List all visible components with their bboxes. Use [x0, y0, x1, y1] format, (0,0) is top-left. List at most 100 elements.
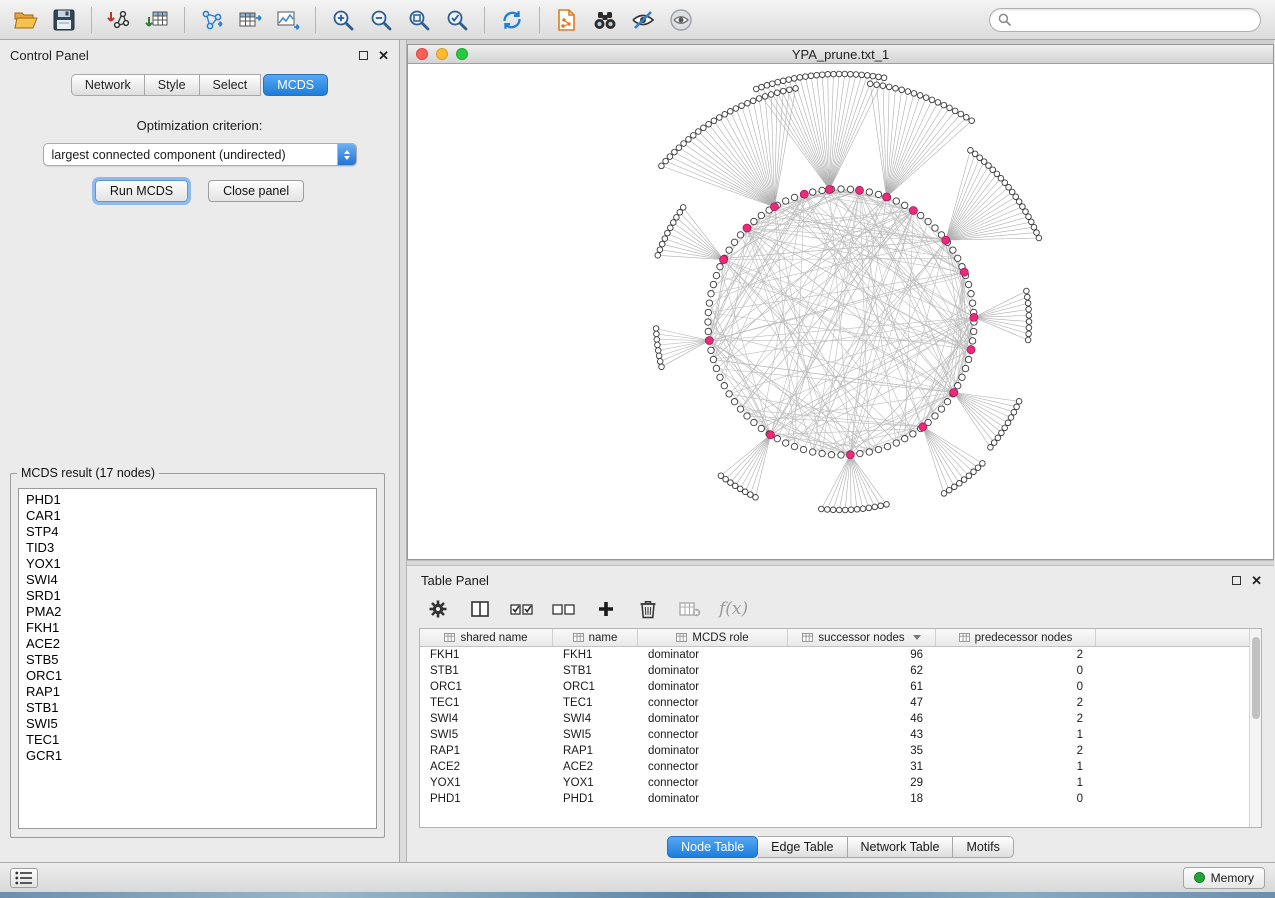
table-cell[interactable]: SWI4: [553, 711, 638, 727]
table-cell[interactable]: ORC1: [420, 679, 553, 695]
search-box[interactable]: [989, 8, 1261, 32]
table-cell[interactable]: 61: [788, 679, 936, 695]
mcds-result-item[interactable]: YOX1: [19, 556, 376, 572]
close-table-panel-icon[interactable]: ✕: [1251, 574, 1262, 587]
mcds-result-item[interactable]: RAP1: [19, 684, 376, 700]
column-header-name[interactable]: name: [553, 629, 638, 646]
mcds-result-list[interactable]: PHD1CAR1STP4TID3YOX1SWI4SRD1PMA2FKH1ACE2…: [18, 488, 377, 829]
tab-edge-table[interactable]: Edge Table: [758, 836, 847, 858]
table-cell[interactable]: connector: [638, 727, 788, 743]
table-cell[interactable]: connector: [638, 759, 788, 775]
table-cell[interactable]: STB1: [420, 663, 553, 679]
table-cell[interactable]: RAP1: [553, 743, 638, 759]
table-cell[interactable]: SWI5: [420, 727, 553, 743]
open-folder-button[interactable]: [8, 4, 44, 36]
table-cell[interactable]: 46: [788, 711, 936, 727]
table-cell[interactable]: 2: [936, 743, 1096, 759]
vertical-splitter[interactable]: [400, 40, 407, 862]
table-row[interactable]: TEC1TEC1connector472: [420, 695, 1249, 711]
scrollbar-thumb[interactable]: [1252, 637, 1260, 719]
deselect-all-columns-button[interactable]: [551, 596, 577, 622]
mcds-result-item[interactable]: SWI4: [19, 572, 376, 588]
tab-network-table[interactable]: Network Table: [848, 836, 954, 858]
table-cell[interactable]: 2: [936, 695, 1096, 711]
mcds-result-item[interactable]: STB5: [19, 652, 376, 668]
table-cell[interactable]: STB1: [553, 663, 638, 679]
mcds-result-item[interactable]: PHD1: [19, 492, 376, 508]
tab-motifs[interactable]: Motifs: [953, 836, 1013, 858]
table-cell[interactable]: ACE2: [420, 759, 553, 775]
table-cell[interactable]: 1: [936, 775, 1096, 791]
search-neighbors-button[interactable]: [587, 4, 623, 36]
table-cell[interactable]: FKH1: [553, 647, 638, 663]
table-cell[interactable]: YOX1: [420, 775, 553, 791]
table-cell[interactable]: ACE2: [553, 759, 638, 775]
clear-table-button[interactable]: [677, 596, 703, 622]
network-canvas[interactable]: [408, 64, 1273, 559]
table-row[interactable]: FKH1FKH1dominator962: [420, 647, 1249, 663]
table-settings-button[interactable]: [425, 596, 451, 622]
select-all-columns-button[interactable]: [509, 596, 535, 622]
table-row[interactable]: ACE2ACE2connector311: [420, 759, 1249, 775]
table-cell[interactable]: connector: [638, 775, 788, 791]
run-mcds-button[interactable]: Run MCDS: [95, 180, 188, 202]
optimization-select[interactable]: largest connected component (undirected): [43, 143, 357, 166]
delete-column-button[interactable]: [635, 596, 661, 622]
function-builder-button[interactable]: f(x): [719, 596, 748, 622]
table-row[interactable]: SWI4SWI4dominator462: [420, 711, 1249, 727]
tab-mcds[interactable]: MCDS: [263, 74, 328, 96]
import-network-button[interactable]: [101, 4, 137, 36]
network-graph[interactable]: [408, 64, 1273, 559]
table-cell[interactable]: 31: [788, 759, 936, 775]
table-cell[interactable]: 96: [788, 647, 936, 663]
table-cell[interactable]: 0: [936, 791, 1096, 807]
zoom-in-button[interactable]: [325, 4, 361, 36]
close-panel-button[interactable]: Close panel: [208, 180, 304, 202]
mcds-result-item[interactable]: STP4: [19, 524, 376, 540]
table-row[interactable]: STB1STB1dominator620: [420, 663, 1249, 679]
table-cell[interactable]: TEC1: [553, 695, 638, 711]
table-cell[interactable]: FKH1: [420, 647, 553, 663]
table-cell[interactable]: PHD1: [553, 791, 638, 807]
table-row[interactable]: ORC1ORC1dominator610: [420, 679, 1249, 695]
table-cell[interactable]: dominator: [638, 647, 788, 663]
mcds-result-item[interactable]: STB1: [19, 700, 376, 716]
network-window-titlebar[interactable]: YPA_prune.txt_1: [408, 45, 1273, 64]
column-header-predecessor-nodes[interactable]: predecessor nodes: [936, 629, 1096, 646]
table-cell[interactable]: RAP1: [420, 743, 553, 759]
table-cell[interactable]: dominator: [638, 743, 788, 759]
table-cell[interactable]: 0: [936, 679, 1096, 695]
memory-button[interactable]: Memory: [1183, 867, 1265, 889]
zoom-selected-button[interactable]: [439, 4, 475, 36]
mcds-result-item[interactable]: TID3: [19, 540, 376, 556]
table-cell[interactable]: 47: [788, 695, 936, 711]
mcds-result-item[interactable]: SWI5: [19, 716, 376, 732]
table-cell[interactable]: 2: [936, 711, 1096, 727]
table-row[interactable]: PHD1PHD1dominator180: [420, 791, 1249, 807]
table-cell[interactable]: dominator: [638, 791, 788, 807]
zoom-out-button[interactable]: [363, 4, 399, 36]
table-cell[interactable]: 2: [936, 647, 1096, 663]
tab-network[interactable]: Network: [71, 74, 145, 96]
table-cell[interactable]: 43: [788, 727, 936, 743]
table-row[interactable]: SWI5SWI5connector431: [420, 727, 1249, 743]
mcds-result-item[interactable]: PMA2: [19, 604, 376, 620]
clone-network-button[interactable]: [549, 4, 585, 36]
table-cell[interactable]: 35: [788, 743, 936, 759]
float-panel-icon[interactable]: [359, 51, 368, 60]
refresh-button[interactable]: [494, 4, 530, 36]
column-header-successor-nodes[interactable]: successor nodes: [788, 629, 936, 646]
table-cell[interactable]: ORC1: [553, 679, 638, 695]
table-cell[interactable]: 62: [788, 663, 936, 679]
table-cell[interactable]: dominator: [638, 711, 788, 727]
table-cell[interactable]: SWI4: [420, 711, 553, 727]
show-columns-button[interactable]: [467, 596, 493, 622]
tab-node-table[interactable]: Node Table: [667, 836, 758, 858]
hide-selected-button[interactable]: [625, 4, 661, 36]
column-header-shared-name[interactable]: shared name: [420, 629, 553, 646]
table-scrollbar[interactable]: [1249, 629, 1261, 827]
save-button[interactable]: [46, 4, 82, 36]
mcds-result-item[interactable]: SRD1: [19, 588, 376, 604]
create-column-button[interactable]: [593, 596, 619, 622]
import-table-button[interactable]: [139, 4, 175, 36]
